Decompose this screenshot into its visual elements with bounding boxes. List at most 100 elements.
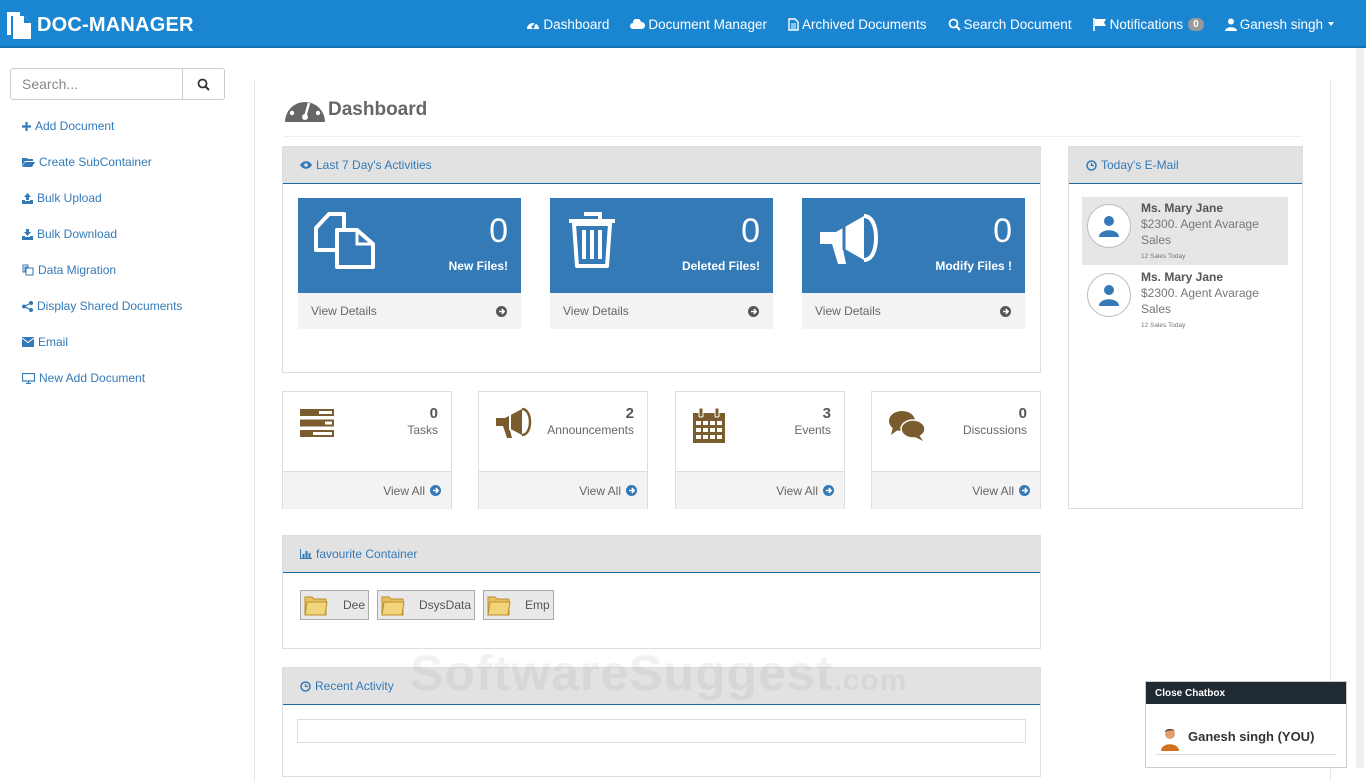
- user-icon: [1224, 18, 1237, 31]
- copy-icon: [22, 264, 34, 276]
- sidebar-item-label: Data Migration: [38, 263, 117, 277]
- sidebar-item-email[interactable]: Email: [22, 324, 182, 360]
- arrow-circle-right-icon: [430, 485, 441, 496]
- page-scrollbar[interactable]: [1356, 48, 1364, 768]
- view-details-link[interactable]: View Details: [298, 293, 521, 329]
- nav-user-menu[interactable]: Ganesh singh: [1224, 17, 1334, 32]
- stat-tile: 0 New Files!: [298, 198, 521, 293]
- folder-name: Dee: [343, 598, 366, 612]
- card-body: 2 Announcements: [479, 392, 647, 471]
- chat-user[interactable]: Ganesh singh (YOU): [1159, 721, 1314, 751]
- user-avatar-icon: [1161, 729, 1179, 751]
- activities-panel-header: Last 7 Day's Activities: [283, 147, 1040, 184]
- email-title: Today's E-Mail: [1101, 158, 1179, 172]
- sidebar-item-bulk-download[interactable]: Bulk Download: [22, 216, 182, 252]
- email-note: 12 Sales Today: [1141, 322, 1186, 329]
- card-tasks: 0 Tasks View All: [282, 391, 452, 509]
- arrow-circle-right-icon: [1019, 485, 1030, 496]
- view-all-link[interactable]: View All: [479, 471, 647, 509]
- stat-new-files: 0 New Files! View Details: [298, 198, 521, 329]
- view-details-label: View Details: [563, 304, 629, 318]
- view-details-link[interactable]: View Details: [550, 293, 773, 329]
- email-description: $2300. Agent Avarage Sales: [1141, 286, 1259, 316]
- sidebar-item-label: Create SubContainer: [39, 155, 152, 169]
- card-label: Announcements: [547, 423, 634, 437]
- sidebar-item-create-subcontainer[interactable]: Create SubContainer: [22, 144, 182, 180]
- watermark: SoftwareSuggest.com: [410, 645, 908, 701]
- view-details-link[interactable]: View Details: [802, 293, 1025, 329]
- email-panel-header: Today's E-Mail: [1069, 147, 1302, 184]
- stat-value: 0: [993, 212, 1012, 250]
- brand[interactable]: DOC-MANAGER: [4, 9, 194, 41]
- search-icon: [197, 78, 210, 91]
- email-sender: Ms. Mary Jane: [1141, 201, 1224, 215]
- view-all-label: View All: [972, 483, 1014, 498]
- nav-document-manager[interactable]: Document Manager: [630, 17, 767, 32]
- sidebar-menu: Add Document Create SubContainer Bulk Up…: [22, 108, 182, 396]
- card-label: Tasks: [407, 423, 438, 437]
- sidebar-item-new-add-document[interactable]: New Add Document: [22, 360, 182, 396]
- view-all-link[interactable]: View All: [872, 471, 1040, 509]
- sidebar-item-add-document[interactable]: Add Document: [22, 108, 182, 144]
- view-all-label: View All: [579, 483, 621, 498]
- nav-search-label: Search Document: [963, 16, 1072, 32]
- view-details-label: View Details: [815, 304, 881, 318]
- email-sender: Ms. Mary Jane: [1141, 270, 1224, 284]
- search-button[interactable]: [182, 69, 224, 99]
- folder-emp[interactable]: Emp: [483, 590, 554, 620]
- nav-search-document[interactable]: Search Document: [948, 17, 1072, 32]
- nav-archived-documents[interactable]: Archived Documents: [788, 17, 927, 32]
- plus-icon: [22, 121, 31, 131]
- stat-tile: 0 Modify Files !: [802, 198, 1025, 293]
- chevron-down-icon: [1328, 22, 1334, 26]
- avatar: [1087, 204, 1131, 248]
- stat-label: Modify Files !: [935, 259, 1012, 273]
- stat-value: 0: [489, 212, 508, 250]
- sidebar-item-data-migration[interactable]: Data Migration: [22, 252, 182, 288]
- email-item[interactable]: Ms. Mary Jane $2300. Agent Avarage Sales…: [1082, 197, 1288, 265]
- stat-modify-files: 0 Modify Files ! View Details: [802, 198, 1025, 329]
- brand-name: DOC-MANAGER: [37, 13, 194, 36]
- email-note: 12 Sales Today: [1141, 253, 1186, 260]
- email-item[interactable]: Ms. Mary Jane $2300. Agent Avarage Sales…: [1082, 266, 1288, 334]
- search-input[interactable]: [11, 69, 182, 99]
- favourite-panel-header: favourite Container: [283, 536, 1040, 573]
- view-all-label: View All: [383, 483, 425, 498]
- chatbox: Close Chatbox Ganesh singh (YOU): [1145, 681, 1347, 768]
- divider: [284, 136, 1302, 137]
- card-label: Discussions: [962, 423, 1027, 437]
- card-label: Events: [794, 423, 831, 437]
- folder-dsysdata[interactable]: DsysData: [377, 590, 475, 620]
- view-all-link[interactable]: View All: [283, 471, 451, 509]
- sidebar-item-bulk-upload[interactable]: Bulk Upload: [22, 180, 182, 216]
- nav-notifications[interactable]: Notifications 0: [1092, 17, 1204, 32]
- stat-label: Deleted Files!: [681, 259, 760, 273]
- activities-title: Last 7 Day's Activities: [316, 158, 432, 172]
- user-icon: [1099, 216, 1119, 237]
- upload-icon: [22, 192, 33, 204]
- stat-tile: 0 Deleted Files!: [550, 198, 773, 293]
- nav-dashboard[interactable]: Dashboard: [526, 17, 609, 32]
- main-nav: Dashboard Document Manager Archived Docu…: [505, 0, 1334, 48]
- card-value: 0: [1018, 405, 1027, 422]
- sidebar-item-label: Bulk Download: [37, 227, 118, 241]
- close-chatbox-button[interactable]: Close Chatbox: [1146, 682, 1346, 704]
- recent-activity-list: [297, 719, 1026, 743]
- sidebar-item-label: New Add Document: [39, 371, 146, 385]
- sidebar-item-shared-documents[interactable]: Display Shared Documents: [22, 288, 182, 324]
- nav-archived-label: Archived Documents: [801, 16, 927, 32]
- user-icon: [1099, 285, 1119, 306]
- card-body: 0 Discussions: [872, 392, 1040, 471]
- arrow-circle-right-icon: [626, 485, 637, 496]
- arrow-circle-right-icon: [823, 485, 834, 496]
- trash-icon: [569, 212, 615, 268]
- file-text-icon: [788, 17, 799, 31]
- folder-icon: [381, 596, 405, 616]
- sidebar-item-label: Display Shared Documents: [37, 299, 183, 313]
- folder-name: Emp: [525, 598, 550, 612]
- envelope-icon: [22, 337, 34, 347]
- view-all-link[interactable]: View All: [676, 471, 844, 509]
- folder-dee[interactable]: Dee: [300, 590, 369, 620]
- page-header: Dashboard: [284, 89, 427, 123]
- card-value: 3: [822, 405, 831, 422]
